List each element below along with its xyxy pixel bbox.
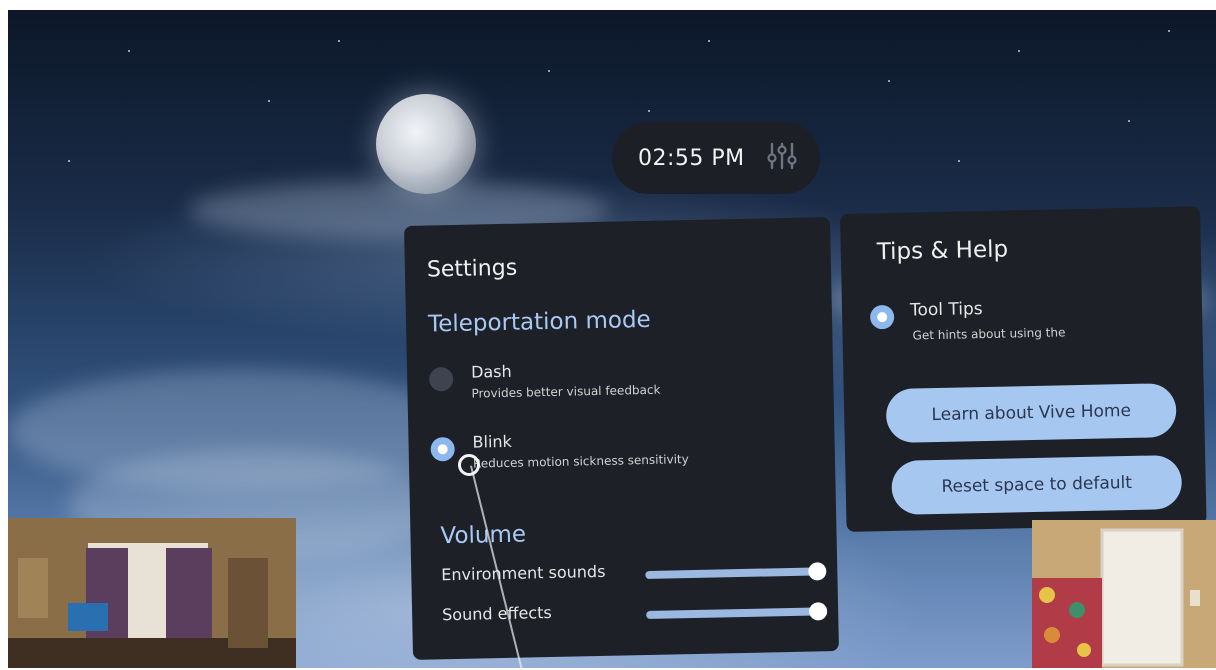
blink-label: Blink: [472, 431, 513, 452]
star: [268, 100, 270, 102]
dash-description: Provides better visual feedback: [471, 382, 661, 401]
volume-heading: Volume: [440, 521, 527, 550]
clock-widget[interactable]: 02:55 PM: [612, 122, 820, 194]
sound-effects-slider-thumb[interactable]: [808, 602, 828, 621]
tool-tips-description: Get hints about using the: [912, 325, 1066, 343]
star: [1168, 30, 1170, 32]
star: [958, 160, 960, 162]
room-camera-left: [8, 518, 296, 668]
star: [128, 50, 130, 52]
moon: [376, 94, 476, 194]
star: [1128, 120, 1130, 122]
controller-pointer-cursor: [458, 454, 480, 476]
learn-about-vive-home-button[interactable]: Learn about Vive Home: [885, 383, 1177, 444]
sound-effects-label: Sound effects: [441, 602, 552, 625]
star: [708, 40, 710, 42]
settings-title: Settings: [426, 255, 518, 283]
teleportation-heading: Teleportation mode: [427, 306, 651, 338]
room-camera-right: [1032, 520, 1216, 668]
star: [338, 40, 340, 42]
tips-help-panel: Tips & Help Tool Tips Get hints about us…: [840, 206, 1207, 532]
blink-radio[interactable]: [430, 436, 455, 462]
tips-title: Tips & Help: [876, 236, 1009, 266]
tool-tips-radio[interactable]: [869, 304, 895, 330]
environment-sounds-slider[interactable]: [645, 567, 818, 580]
star: [1018, 50, 1020, 52]
star: [548, 70, 550, 72]
settings-panel: Settings Teleportation mode Dash Provide…: [404, 217, 839, 660]
star: [648, 110, 650, 112]
dash-radio[interactable]: [428, 367, 454, 392]
environment-sounds-label: Environment sounds: [441, 561, 606, 585]
reset-space-button[interactable]: Reset space to default: [891, 454, 1183, 515]
dash-label: Dash: [470, 361, 512, 382]
tool-tips-label: Tool Tips: [909, 299, 983, 321]
clock-time: 02:55 PM: [638, 145, 745, 171]
sliders-icon[interactable]: [764, 138, 800, 174]
star: [888, 80, 890, 82]
blink-description: Reduces motion sickness sensitivity: [472, 452, 689, 471]
environment-sounds-slider-thumb[interactable]: [808, 562, 827, 581]
star: [68, 160, 70, 162]
sound-effects-slider[interactable]: [646, 607, 819, 620]
